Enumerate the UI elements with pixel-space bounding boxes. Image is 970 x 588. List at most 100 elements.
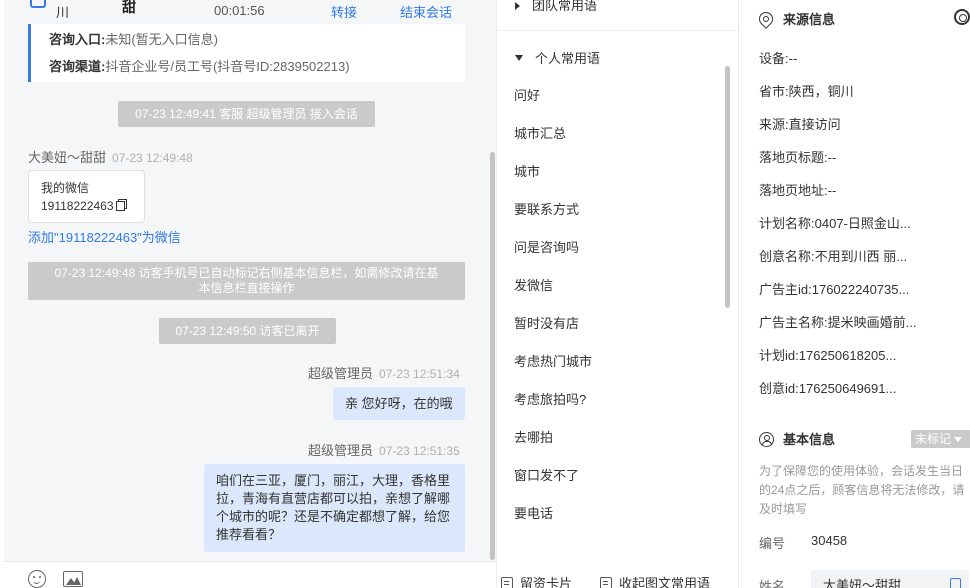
field-value: 0407-日照金山... <box>814 216 911 231</box>
agent-sender-1-name: 超级管理员 <box>308 366 374 381</box>
phrase-item[interactable]: 考虑热门城市 <box>514 351 592 370</box>
document-icon <box>600 577 612 588</box>
field-label: 广告主id: <box>759 282 812 297</box>
collapse-down-icon <box>515 55 523 61</box>
wechat-card-number-row: 19118222463 <box>41 197 144 215</box>
source-row-advertiser-id: 广告主id:176022240735... <box>759 279 909 298</box>
field-value: 176250618205... <box>798 348 897 363</box>
add-wechat-link[interactable]: 添加"19118222463"为微信 <box>28 227 181 246</box>
chevron-down-icon <box>954 437 963 442</box>
edit-deadline-note: 为了保障您的使用体验，会话发生当日的24点之后，顾客信息将无法修改，请及时填写 <box>759 464 965 516</box>
image-icon[interactable] <box>63 571 83 587</box>
phrase-item[interactable]: 要电话 <box>514 503 553 522</box>
source-row-province: 省市:陕西，铜川 <box>759 81 854 100</box>
phrase-item[interactable]: 城市 <box>514 161 540 180</box>
personal-phrases-group[interactable]: 个人常用语 <box>515 48 600 67</box>
expand-right-icon <box>515 2 520 10</box>
source-row-landing-url: 落地页地址:-- <box>759 180 836 199</box>
system-message-phone-line2: 本信息栏直接操作 <box>198 281 295 295</box>
phrase-item[interactable]: 要联系方式 <box>514 199 579 218</box>
session-header: 川 甜 00:01:56 转接 结束会话 <box>4 0 496 26</box>
collapse-phrases-button[interactable]: 收起图文常用语 <box>600 573 710 588</box>
lead-card-label: 留资卡片 <box>520 576 573 588</box>
wechat-card-title: 我的微信 <box>41 181 90 195</box>
visitor-sender: 大美妞～甜甜 07-23 12:49:48 <box>28 147 193 166</box>
source-info-title: 来源信息 <box>756 9 835 29</box>
field-label: 落地页标题: <box>759 150 828 165</box>
phrases-panel: 团队常用语 个人常用语 问好 城市汇总 城市 要联系方式 问是咨询吗 发微信 暂… <box>496 0 739 588</box>
name-field-value: 大美妞～甜甜 <box>823 578 902 588</box>
visitor-name: 甜 <box>122 0 136 15</box>
phrase-item[interactable]: 发微信 <box>514 275 553 294</box>
card-icon <box>501 577 513 588</box>
agent-sender-2: 超级管理员 07-23 12:51:35 <box>308 440 460 459</box>
lead-card-button[interactable]: 留资卡片 <box>501 573 572 588</box>
agent-sender-2-time: 07-23 12:51:35 <box>379 444 460 458</box>
gear-icon[interactable] <box>954 9 970 25</box>
team-phrases-label: 团队常用语 <box>532 0 598 13</box>
personal-phrases-label: 个人常用语 <box>535 51 601 66</box>
system-message-phone: 07-23 12:49:48 访客手机号已自动标记右侧基本信息栏，如需修改请在基… <box>28 262 465 300</box>
session-duration: 00:01:56 <box>214 3 265 18</box>
agent-message-2-line: 咱们在三亚，厦门，丽江，大理，香格里 <box>216 473 451 488</box>
field-value: -- <box>788 51 798 66</box>
name-field[interactable]: 大美妞～甜甜 <box>811 570 969 588</box>
tag-select-value: 未标记 <box>915 432 952 446</box>
consult-channel-row: 咨询渠道:抖音企业号/员工号(抖音号ID:2839502213) <box>49 56 350 75</box>
agent-sender-1: 超级管理员 07-23 12:51:34 <box>308 363 460 382</box>
agent-message-2: 咱们在三亚，厦门，丽江，大理，香格里 拉，青海有直营店都可以拍，亲想了解哪 个城… <box>204 464 465 552</box>
field-label: 创意id: <box>759 381 799 396</box>
phrase-item[interactable]: 城市汇总 <box>514 123 566 142</box>
field-value: -- <box>827 150 837 165</box>
agent-sender-1-time: 07-23 12:51:34 <box>379 367 460 381</box>
visitor-sender-name: 大美妞～甜甜 <box>28 150 107 165</box>
id-value: 30458 <box>811 533 848 548</box>
team-phrases-group[interactable]: 团队常用语 <box>515 0 597 14</box>
visitor-sender-time: 07-23 12:49:48 <box>112 151 193 165</box>
source-row-origin: 来源:直接访问 <box>759 114 841 133</box>
agent-message-1: 亲 您好呀，在的哦 <box>333 387 465 420</box>
field-value: 176022240735... <box>811 282 910 297</box>
phrase-item[interactable]: 窗口发不了 <box>514 465 579 484</box>
field-value: 不用到川西 丽... <box>814 249 908 264</box>
phrases-scrollbar[interactable] <box>725 66 730 308</box>
transfer-button[interactable]: 转接 <box>331 2 357 21</box>
divider <box>497 30 739 31</box>
phrase-item[interactable]: 去哪拍 <box>514 427 553 446</box>
phrase-item[interactable]: 考虑旅拍吗? <box>514 389 586 408</box>
field-label: 省市: <box>759 84 789 99</box>
emoji-icon[interactable] <box>28 570 46 588</box>
phrases-footer: 留资卡片 收起图文常用语 <box>497 568 739 588</box>
agent-message-2-line: 个城市的呢？还是不确定都想了解，给您 <box>216 509 451 524</box>
field-label: 设备: <box>759 51 789 66</box>
basic-info-title: 基本信息 <box>759 429 835 448</box>
chat-scrollbar[interactable] <box>490 152 495 560</box>
phrase-item[interactable]: 问好 <box>514 85 540 104</box>
system-message-join: 07-23 12:49:41 客服 超级管理员 接入会话 <box>118 101 375 127</box>
edit-icon[interactable] <box>950 578 961 588</box>
wechat-card[interactable]: 我的微信 19118222463 <box>28 170 145 223</box>
visitor-info-panel: 来源信息 设备:-- 省市:陕西，铜川 来源:直接访问 落地页标题:-- 落地页… <box>738 0 970 588</box>
tag-select[interactable]: 未标记 <box>911 430 970 448</box>
system-message-phone-line1: 07-23 12:49:48 访客手机号已自动标记右侧基本信息栏，如需修改请在基 <box>54 266 439 280</box>
system-message-left: 07-23 12:49:50 访客已离开 <box>159 318 336 344</box>
chat-panel: 川 甜 00:01:56 转接 结束会话 咨询入口:未知(暂无入口信息) 咨询渠… <box>4 0 496 588</box>
field-value: 176250649691... <box>798 381 897 396</box>
consult-entry-value: 未知(暂无入口信息) <box>105 32 219 47</box>
name-label: 姓名 <box>759 579 786 588</box>
consult-info-card: 咨询入口:未知(暂无入口信息) 咨询渠道:抖音企业号/员工号(抖音号ID:283… <box>28 24 465 82</box>
end-session-button[interactable]: 结束会话 <box>400 2 452 21</box>
location-pin-icon <box>756 9 776 29</box>
phrase-item[interactable]: 问是咨询吗 <box>514 237 579 256</box>
copy-icon[interactable] <box>115 201 125 211</box>
phrase-item[interactable]: 暂时没有店 <box>514 313 579 332</box>
visitor-location: 川 <box>56 5 70 20</box>
wechat-card-number: 19118222463 <box>41 199 114 213</box>
consult-entry-label: 咨询入口: <box>49 32 106 47</box>
field-label: 广告主名称: <box>759 315 828 330</box>
consult-entry-row: 咨询入口:未知(暂无入口信息) <box>49 29 218 48</box>
field-label: 创意名称: <box>759 249 815 264</box>
agent-sender-2-name: 超级管理员 <box>308 443 374 458</box>
source-row-plan-id: 计划id:176250618205... <box>759 345 896 364</box>
source-row-plan-name: 计划名称:0407-日照金山... <box>759 213 911 232</box>
